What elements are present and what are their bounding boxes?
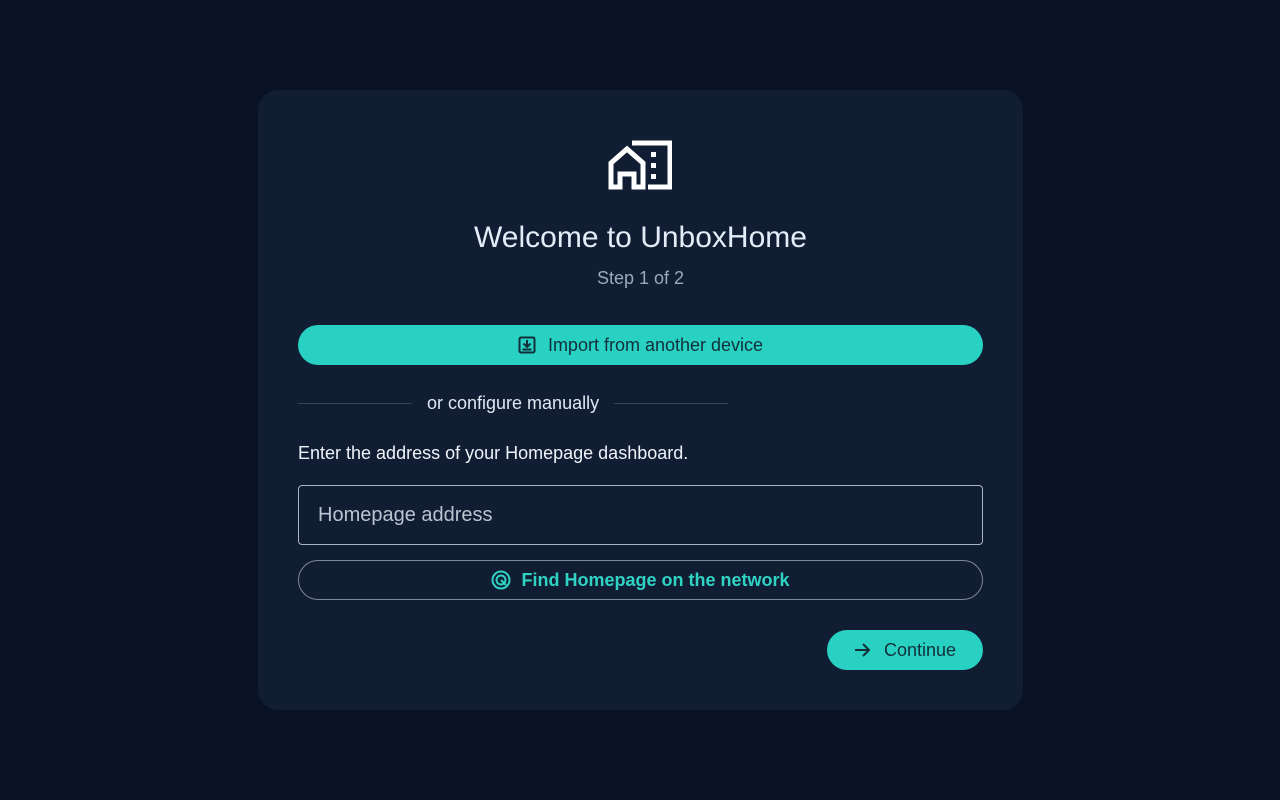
download-box-icon xyxy=(518,336,536,354)
arrow-right-icon xyxy=(854,642,872,658)
divider-label: or configure manually xyxy=(427,392,600,413)
home-building-icon xyxy=(608,138,673,190)
find-on-network-button[interactable]: Find Homepage on the network xyxy=(298,560,983,600)
or-divider: or configure manually xyxy=(298,390,732,416)
import-from-device-button[interactable]: Import from another device xyxy=(298,325,983,365)
step-indicator: Step 1 of 2 xyxy=(596,268,685,288)
homepage-address-input[interactable] xyxy=(298,485,983,545)
divider-line-right xyxy=(614,402,729,404)
continue-button-label: Continue xyxy=(883,639,957,660)
address-instructions: Enter the address of your Homepage dashb… xyxy=(298,443,689,463)
find-button-label: Find Homepage on the network xyxy=(521,569,790,590)
page-title: Welcome to UnboxHome xyxy=(474,221,807,254)
continue-button[interactable]: Continue xyxy=(827,630,983,670)
import-button-label: Import from another device xyxy=(547,334,764,355)
welcome-card: Welcome to UnboxHome Step 1 of 2 Import … xyxy=(258,90,1023,710)
divider-line-left xyxy=(298,402,412,404)
radar-icon xyxy=(491,570,511,590)
